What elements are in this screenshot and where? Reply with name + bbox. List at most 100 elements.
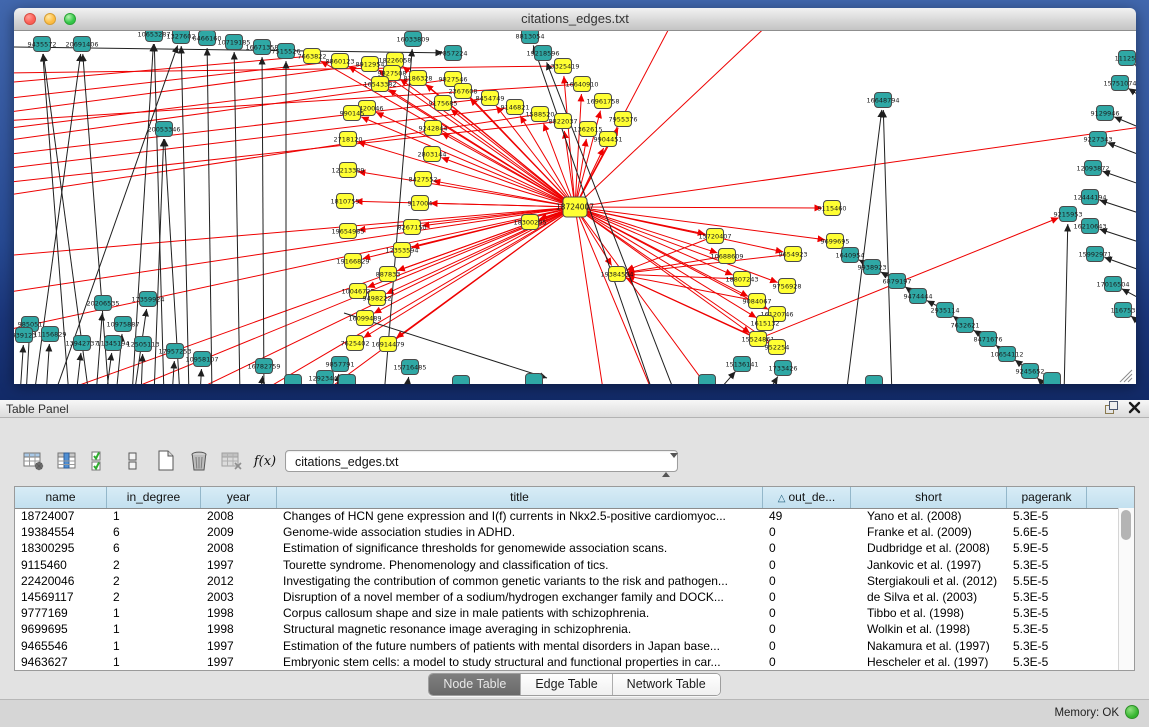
- select-column-icon[interactable]: [55, 448, 79, 474]
- graph-edge[interactable]: [575, 207, 822, 208]
- graph-node[interactable]: 16961758: [586, 94, 619, 109]
- table-row[interactable]: 946554611997Estimation of the future num…: [15, 638, 1119, 654]
- graph-edge[interactable]: [1135, 64, 1136, 75]
- graph-node[interactable]: 15716485: [393, 360, 426, 375]
- tab-edge-table[interactable]: Edge Table: [520, 674, 611, 695]
- graph-node[interactable]: 15136141: [725, 357, 758, 372]
- graph-node[interactable]: 12353594: [385, 243, 418, 258]
- table-row[interactable]: 1872400712008Changes of HCN gene express…: [15, 508, 1119, 524]
- graph-edge[interactable]: [1104, 257, 1136, 273]
- graph-edge[interactable]: [575, 126, 1136, 207]
- table-selector[interactable]: citations_edges.txt: [285, 450, 678, 472]
- graph-node[interactable]: [285, 375, 302, 385]
- float-panel-icon[interactable]: [1105, 401, 1118, 414]
- graph-node[interactable]: 15720407: [698, 229, 731, 244]
- graph-node[interactable]: 15992971: [1078, 247, 1111, 262]
- graph-node[interactable]: 9435572: [28, 37, 57, 52]
- column-header-short[interactable]: short: [851, 487, 1007, 508]
- table-scrollbar-thumb[interactable]: [1121, 510, 1131, 540]
- tab-node-table[interactable]: Node Table: [429, 674, 520, 695]
- graph-edge[interactable]: [200, 369, 201, 384]
- graph-edge[interactable]: [575, 207, 654, 384]
- graph-node[interactable]: 9699695: [821, 234, 850, 249]
- graph-node[interactable]: 12505113: [126, 337, 159, 352]
- table-row[interactable]: 1830029562008Estimation of significance …: [15, 540, 1119, 556]
- table-settings-icon[interactable]: [22, 448, 46, 474]
- column-header-out_de[interactable]: △out_de...: [763, 487, 851, 508]
- graph-edge[interactable]: [1102, 171, 1136, 187]
- table-row[interactable]: 946362711997Embryonic stem cells: a mode…: [15, 654, 1119, 670]
- column-header-year[interactable]: year: [201, 487, 277, 508]
- graph-edge[interactable]: [1107, 143, 1136, 158]
- graph-node[interactable]: 7625402: [341, 336, 370, 351]
- graph-node[interactable]: 19166829: [336, 254, 369, 269]
- graph-node[interactable]: 9245652: [1016, 364, 1045, 379]
- graph-node[interactable]: 9857791: [326, 357, 355, 372]
- graph-node[interactable]: [339, 375, 356, 385]
- graph-node[interactable]: 17359924: [131, 292, 164, 307]
- graph-node[interactable]: 9904451: [594, 132, 623, 147]
- graph-node[interactable]: 10688609: [710, 249, 743, 264]
- graph-edge[interactable]: [46, 344, 49, 384]
- column-header-name[interactable]: name: [15, 487, 107, 508]
- graph-edge[interactable]: [358, 142, 575, 207]
- graph-node[interactable]: 9227343: [1084, 132, 1113, 147]
- graph-node[interactable]: 8813054: [516, 31, 545, 44]
- graph-node[interactable]: 1327602: [167, 31, 196, 44]
- graph-node[interactable]: 16640910: [565, 77, 598, 92]
- table-row[interactable]: 969969511998Structural magnetic resonanc…: [15, 621, 1119, 637]
- graph-node[interactable]: 7955376: [609, 112, 638, 127]
- graph-node[interactable]: 1733426: [769, 361, 798, 376]
- graph-edge[interactable]: [154, 44, 164, 384]
- graph-node[interactable]: 9756928: [773, 279, 802, 294]
- tab-network-table[interactable]: Network Table: [612, 674, 720, 695]
- graph-node[interactable]: 887833: [376, 267, 401, 282]
- graph-edge[interactable]: [575, 207, 714, 384]
- graph-node[interactable]: 9115460: [818, 201, 847, 216]
- graph-edge[interactable]: [575, 31, 774, 207]
- delete-table-icon[interactable]: [187, 448, 211, 474]
- graph-edge[interactable]: [83, 54, 109, 384]
- graph-node[interactable]: 12213389: [331, 163, 364, 178]
- graph-edge[interactable]: [361, 117, 575, 207]
- graph-node[interactable]: [1044, 373, 1061, 385]
- graph-edge[interactable]: [20, 345, 23, 384]
- graph-node[interactable]: 11345194: [96, 336, 129, 351]
- column-header-pagerank[interactable]: pagerank: [1007, 487, 1087, 508]
- graph-node[interactable]: 9654923: [779, 247, 808, 262]
- graph-node[interactable]: 2718120: [334, 132, 363, 147]
- graph-node[interactable]: 12923445: [308, 371, 341, 385]
- graph-edge[interactable]: [575, 207, 604, 384]
- graph-node[interactable]: 8471676: [974, 332, 1003, 347]
- select-all-rows-icon[interactable]: [88, 448, 112, 474]
- close-panel-icon[interactable]: [1128, 401, 1141, 414]
- table-row[interactable]: 1938455462009Genome-wide association stu…: [15, 524, 1119, 540]
- graph-node[interactable]: 16210643: [1073, 219, 1106, 234]
- table-row[interactable]: 2242004622012Investigating the contribut…: [15, 573, 1119, 589]
- graph-edge[interactable]: [406, 377, 409, 384]
- graph-node[interactable]: 16648794: [866, 93, 899, 108]
- graph-edge[interactable]: [1131, 316, 1136, 329]
- graph-node[interactable]: 10654112: [990, 347, 1023, 362]
- graph-edge[interactable]: [1100, 229, 1136, 245]
- graph-node[interactable]: 20691406: [65, 37, 98, 52]
- graph-node[interactable]: 10975887: [106, 317, 139, 332]
- table-scrollbar[interactable]: [1118, 508, 1134, 670]
- graph-node[interactable]: 9129946: [1091, 106, 1120, 121]
- table-row[interactable]: 911546021997Tourette syndrome. Phenomeno…: [15, 557, 1119, 573]
- graph-edge[interactable]: [181, 46, 189, 384]
- graph-node[interactable]: 12093872: [1076, 161, 1109, 176]
- graph-node[interactable]: 952254: [765, 340, 790, 355]
- function-builder-icon[interactable]: f(x): [253, 448, 277, 474]
- graph-edge[interactable]: [260, 376, 263, 384]
- graph-node[interactable]: 990145: [340, 106, 365, 121]
- graph-node[interactable]: 19218596: [526, 46, 559, 61]
- table-row[interactable]: 1456911722003Disruption of a novel membe…: [15, 589, 1119, 605]
- column-header-title[interactable]: title: [277, 487, 763, 508]
- graph-edge[interactable]: [234, 52, 240, 384]
- graph-edge[interactable]: [141, 354, 143, 384]
- graph-node[interactable]: 1810755: [331, 194, 360, 209]
- import-table-icon[interactable]: [220, 448, 244, 474]
- column-header-in_degree[interactable]: in_degree: [107, 487, 201, 508]
- graph-node[interactable]: [866, 376, 883, 385]
